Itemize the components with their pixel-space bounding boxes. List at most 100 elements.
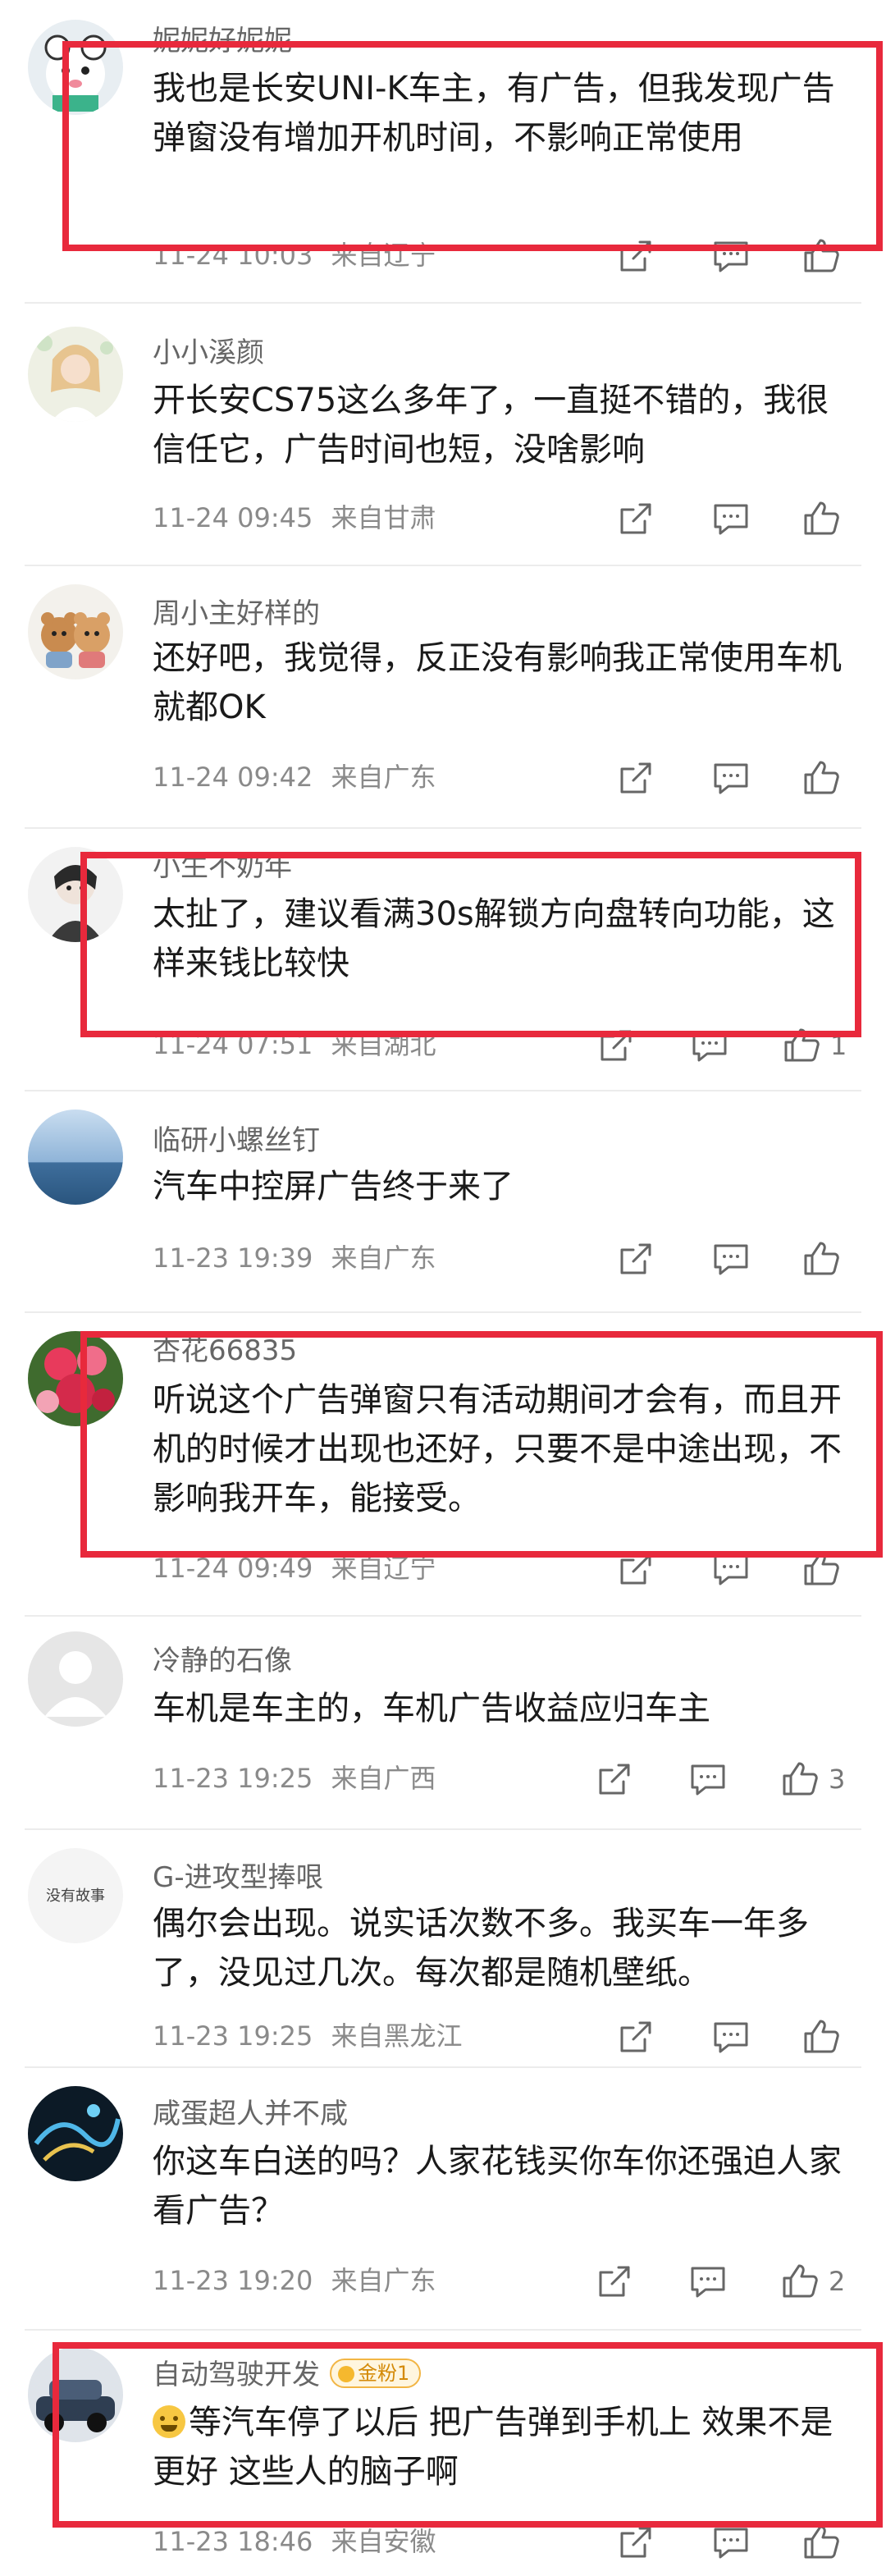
comment-meta: 11-24 07:51 来自湖北 — [153, 1024, 436, 1062]
like-icon — [783, 2264, 818, 2298]
like-button[interactable] — [801, 1234, 850, 1283]
avatar[interactable] — [28, 2347, 123, 2442]
username[interactable]: 临研小螺丝钉 — [153, 1118, 320, 1158]
share-button[interactable] — [615, 231, 656, 281]
username-text[interactable]: 自动驾驶开发 — [153, 2359, 320, 2391]
comment-button[interactable] — [687, 2257, 728, 2306]
username[interactable]: 妮妮好妮妮 — [153, 18, 292, 58]
comment-location: 来自湖北 — [331, 1029, 436, 1060]
username[interactable]: 小小溪颜 — [153, 330, 264, 370]
avatar[interactable]: 没有故事 — [28, 1848, 123, 1943]
avatar[interactable] — [28, 1631, 123, 1727]
avatar[interactable] — [28, 1331, 123, 1426]
comment-time: 11-23 19:25 — [153, 1763, 313, 1794]
comment-item: 小生不奶年 太扯了，建议看满30s解锁方向盘转向功能，这样来钱比较快 11-24… — [0, 829, 886, 1091]
like-button[interactable] — [801, 1544, 850, 1594]
username[interactable]: 小生不奶年 — [153, 844, 292, 884]
like-icon — [804, 2525, 839, 2559]
share-icon — [601, 1030, 632, 1061]
share-button[interactable] — [615, 2518, 656, 2567]
username[interactable]: 自动驾驶开发 金粉1 — [153, 2352, 422, 2392]
comment-button[interactable] — [689, 1021, 730, 1070]
avatar[interactable] — [28, 327, 123, 422]
share-icon — [620, 1243, 651, 1274]
comment-button[interactable] — [687, 1755, 728, 1804]
comment-icon — [714, 2528, 748, 2559]
share-button[interactable] — [615, 1234, 656, 1283]
badge-icon — [338, 2365, 354, 2382]
like-button[interactable] — [801, 753, 850, 803]
comment-text: 听说这个广告弹窗只有活动期间才会有，而且开机的时候才出现也还好，只要不是中途出现… — [153, 1381, 842, 1517]
comment-item: 妮妮好妮妮 我也是长安UNI-K车主，有广告，但我发现广告弹窗没有增加开机时间，… — [0, 0, 886, 304]
comment-time: 11-23 18:46 — [153, 2526, 313, 2557]
username[interactable]: 咸蛋超人并不咸 — [153, 2091, 348, 2131]
like-icon — [804, 1242, 839, 1275]
comment-location: 来自甘肃 — [331, 502, 436, 533]
comment-icon — [714, 504, 748, 535]
comment-icon — [691, 1764, 725, 1796]
comment-icon — [714, 1244, 748, 1275]
like-count: 2 — [829, 2266, 846, 2297]
avatar[interactable] — [28, 1110, 123, 1205]
username[interactable]: 冷静的石像 — [153, 1638, 292, 1678]
comment-button[interactable] — [710, 1544, 751, 1594]
username[interactable]: G-进攻型捧哏 — [153, 1855, 324, 1895]
comment-meta: 11-24 09:42 来自广东 — [153, 757, 436, 794]
comment-button[interactable] — [710, 2518, 751, 2567]
share-icon — [620, 1553, 651, 1585]
comment-meta: 11-23 19:25 来自广西 — [153, 1758, 436, 1796]
share-button[interactable] — [615, 1544, 656, 1594]
like-button[interactable]: 2 — [779, 2257, 845, 2306]
comment-time: 11-24 09:45 — [153, 502, 313, 533]
comment-button[interactable] — [710, 753, 751, 803]
comment-location: 来自辽宁 — [331, 1553, 436, 1584]
comment-location: 来自辽宁 — [331, 240, 436, 271]
comment-text: 等汽车停了以后 把广告弹到手机上 效果不是更好 这些人的脑子啊 — [153, 2398, 858, 2496]
comment-button[interactable] — [710, 2012, 751, 2061]
comment-item: 小小溪颜 开长安CS75这么多年了，一直挺不错的，我很信任它，广告时间也短，没啥… — [0, 304, 886, 566]
avatar[interactable] — [28, 2086, 123, 2181]
like-button[interactable]: 1 — [781, 1021, 847, 1070]
avatar[interactable] — [28, 20, 123, 115]
share-button[interactable] — [615, 2012, 656, 2061]
share-button[interactable] — [594, 2257, 635, 2306]
comment-location: 来自广东 — [331, 1242, 436, 1274]
avatar[interactable] — [28, 584, 123, 679]
comment-button[interactable] — [710, 1234, 751, 1283]
avatar[interactable] — [28, 847, 123, 942]
comment-text: 太扯了，建议看满30s解锁方向盘转向功能，这样来钱比较快 — [153, 895, 835, 982]
comment-text: 还好吧，我觉得，反正没有影响我正常使用车机就都OK — [153, 639, 842, 726]
username[interactable]: 杏花66835 — [153, 1328, 297, 1368]
like-button[interactable] — [801, 2518, 850, 2567]
like-icon — [784, 1028, 820, 1062]
comment-meta: 11-23 18:46 来自安徽 — [153, 2521, 436, 2559]
like-button[interactable] — [801, 494, 850, 543]
comment-item: 自动驾驶开发 金粉1 等汽车停了以后 把广告弹到手机上 效果不是更好 这些人的脑子… — [0, 2331, 886, 2576]
like-button[interactable] — [801, 2012, 850, 2061]
comment-button[interactable] — [710, 494, 751, 543]
comment-time: 11-24 09:49 — [153, 1553, 313, 1584]
avatar-text: 没有故事 — [46, 1887, 105, 1905]
share-button[interactable] — [594, 1755, 635, 1804]
username[interactable]: 周小主好样的 — [153, 591, 320, 631]
like-button[interactable] — [801, 231, 850, 281]
share-button[interactable] — [596, 1021, 637, 1070]
share-button[interactable] — [615, 753, 656, 803]
comment-meta: 11-24 09:49 来自辽宁 — [153, 1548, 436, 1585]
share-icon — [599, 1764, 630, 1795]
fan-badge: 金粉1 — [330, 2358, 422, 2388]
comment-icon — [692, 1031, 727, 1062]
comment-item: 周小主好样的 还好吧，我觉得，反正没有影响我正常使用车机就都OK 11-24 0… — [0, 566, 886, 829]
like-count: 3 — [829, 1764, 846, 1795]
like-icon — [804, 239, 839, 272]
comment-text: 车机是车主的，车机广告收益应归车主 — [153, 1690, 710, 1727]
comment-meta: 11-23 19:39 来自广东 — [153, 1238, 436, 1275]
comment-icon — [714, 763, 748, 794]
share-icon — [620, 762, 651, 794]
comment-meta: 11-23 19:25 来自黑龙江 — [153, 2016, 463, 2053]
comment-meta: 11-24 09:45 来自甘肃 — [153, 497, 436, 535]
like-button[interactable]: 3 — [779, 1755, 845, 1804]
share-icon — [620, 240, 651, 272]
share-button[interactable] — [615, 494, 656, 543]
comment-button[interactable] — [710, 231, 751, 281]
